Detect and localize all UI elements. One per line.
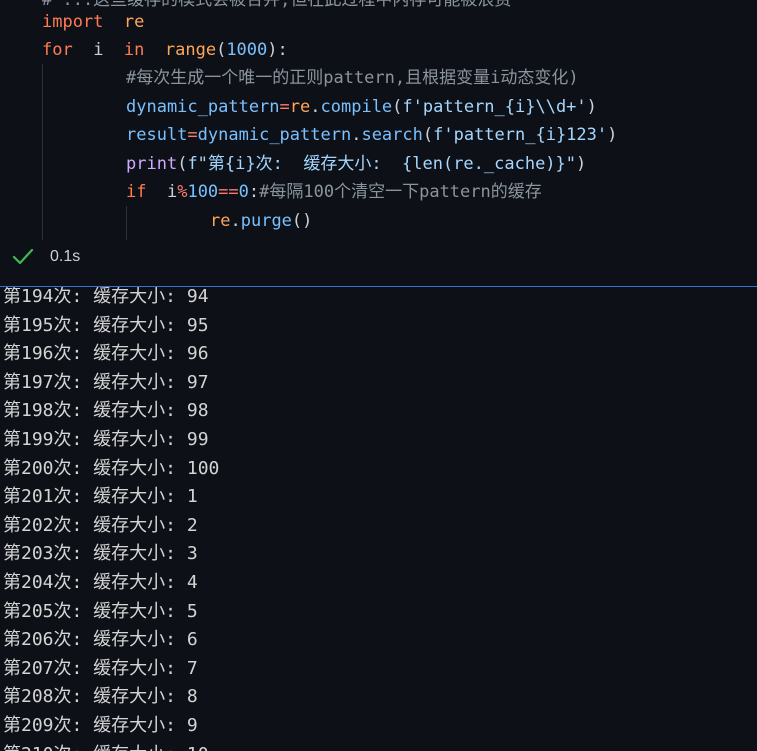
code-token: f'pattern_{i}123' (433, 125, 608, 145)
code-cell[interactable]: # ...这些缓存的模式会被合并,但在此过程中内存可能被浪费 import re… (0, 0, 757, 240)
code-token: ( (177, 154, 188, 174)
code-token: re (210, 211, 231, 231)
code-token: print (126, 154, 178, 174)
indent-guide (126, 206, 127, 240)
code-token: () (291, 211, 313, 231)
code-token: ( (422, 125, 434, 145)
code-line: print(f"第{i}次: 缓存大小: {len(re._cache)}") (126, 150, 586, 178)
code-token: result (126, 125, 188, 145)
code-token: ): (267, 40, 288, 60)
code-token: 0 (238, 182, 249, 202)
code-token: re (289, 97, 311, 117)
code-token: i (146, 182, 178, 202)
code-token: compile (320, 97, 393, 117)
code-token: 1000 (226, 40, 268, 60)
code-token: ( (392, 97, 403, 117)
code-token: dynamic_pattern (197, 125, 352, 145)
code-token: purge (240, 211, 292, 231)
code-token: range (164, 40, 217, 60)
execution-time: 0.1s (50, 248, 81, 265)
output-line: 第198次: 缓存大小: 98 (3, 400, 209, 422)
code-token: #每次生成一个唯一的正则pattern,且根据变量i动态变化) (126, 68, 579, 88)
code-token: % (177, 182, 188, 202)
code-token: ( (216, 40, 227, 60)
code-token: search (361, 125, 423, 145)
output-line: 第195次: 缓存大小: 95 (3, 314, 209, 336)
code-line: #每次生成一个唯一的正则pattern,且根据变量i动态变化) (126, 64, 579, 92)
code-token: . (310, 97, 321, 117)
output-line: 第210次: 缓存大小: 10 (3, 741, 209, 751)
code-token: re (123, 12, 145, 32)
code-line: import re (42, 8, 144, 36)
output-line: 第200次: 缓存大小: 100 (3, 457, 220, 479)
output-line: 第194次: 缓存大小: 94 (3, 287, 209, 307)
check-icon (12, 248, 34, 265)
cell-output[interactable]: 第194次: 缓存大小: 94 第195次: 缓存大小: 95 第196次: 缓存大… (0, 287, 757, 751)
code-token: #每隔100个清空一下pattern的缓存 (259, 182, 542, 202)
output-line: 第204次: 缓存大小: 4 (3, 572, 198, 593)
code-line: result=dynamic_pattern.search(f'pattern_… (126, 121, 617, 149)
cell-status-bar: 0.1s (0, 240, 757, 274)
code-token: for (42, 40, 73, 60)
code-token: = (187, 125, 198, 145)
code-token: import (42, 12, 104, 32)
output-line: 第205次: 缓存大小: 5 (3, 600, 198, 622)
output-line: 第197次: 缓存大小: 97 (3, 371, 209, 393)
code-token: . (230, 211, 241, 231)
output-line: 第207次: 缓存大小: 7 (3, 657, 198, 679)
output-line: 第199次: 缓存大小: 99 (3, 429, 209, 450)
notebook-view: # ...这些缓存的模式会被合并,但在此过程中内存可能被浪费 import re… (0, 0, 757, 751)
output-line: 第201次: 缓存大小: 1 (3, 486, 198, 508)
code-token: in (123, 40, 145, 60)
output-line: 第206次: 缓存大小: 6 (3, 629, 198, 651)
code-line: for i in range(1000): (42, 36, 288, 64)
code-line: if i%100==0:#每隔100个清空一下pattern的缓存 (126, 178, 542, 206)
output-line: 第203次: 缓存大小: 3 (3, 543, 198, 565)
output-line: 第209次: 缓存大小: 9 (3, 715, 198, 736)
code-line: dynamic_pattern=re.compile(f'pattern_{i}… (126, 93, 597, 121)
code-token: f'pattern_{i}\\d+' (402, 97, 587, 117)
code-token: 100 (187, 182, 219, 202)
output-line: 第202次: 缓存大小: 2 (3, 514, 198, 536)
output-line: 第196次: 缓存大小: 96 (3, 343, 209, 365)
code-token: dynamic_pattern (126, 97, 280, 117)
code-token: == (218, 182, 239, 202)
code-token: ) (607, 125, 618, 145)
code-token: if (126, 182, 147, 202)
code-token: ) (586, 97, 597, 117)
code-token: f"第{i}次: 缓存大小: {len(re._cache)}" (187, 154, 577, 174)
code-token: i (72, 40, 124, 60)
indent-guide (42, 64, 43, 240)
code-line: re.purge() (210, 207, 312, 235)
code-token: = (279, 97, 290, 117)
code-token: : (248, 182, 260, 202)
code-token: . (351, 125, 362, 145)
code-token: ) (576, 154, 587, 174)
output-line: 第208次: 缓存大小: 8 (3, 686, 198, 708)
